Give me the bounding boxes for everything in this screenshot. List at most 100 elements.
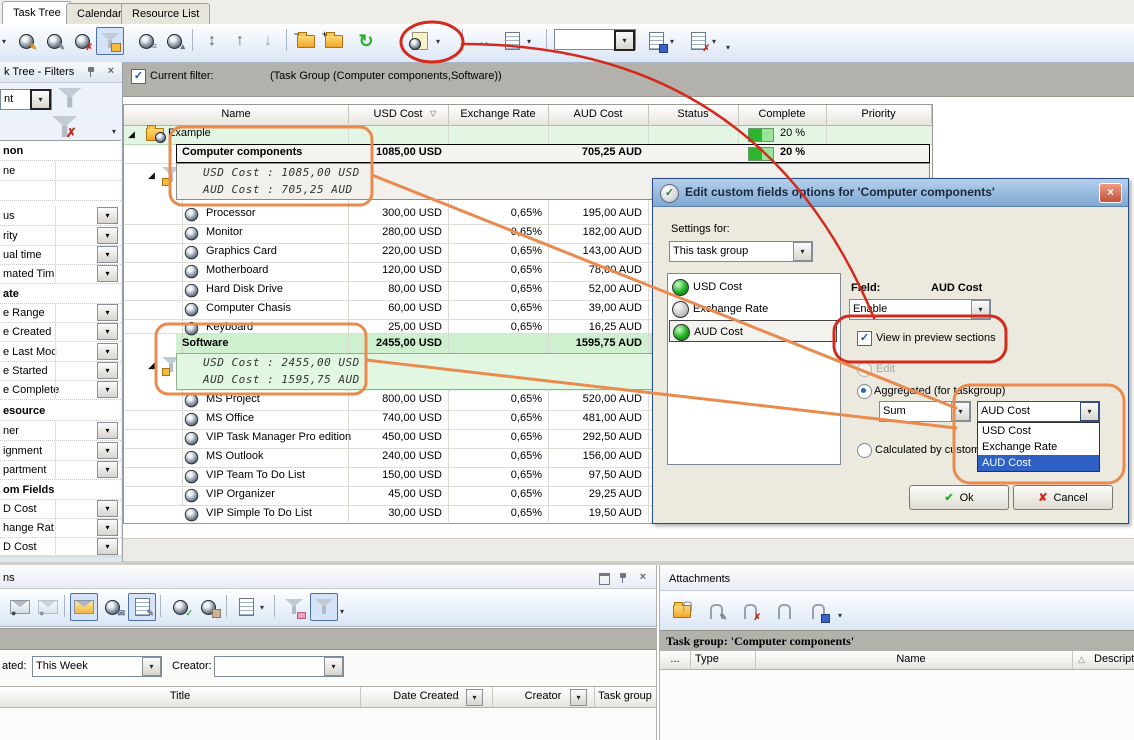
column-header-type[interactable]: Type (690, 651, 756, 669)
chevron-down-icon[interactable]: ▾ (1080, 402, 1099, 421)
save-layout-dropdown-icon[interactable]: ▾ (670, 38, 674, 46)
column-header-name[interactable]: Name (750, 651, 1073, 669)
filter-preset-dropdown-icon[interactable]: ▾ (30, 89, 51, 110)
list-item-usd-cost[interactable]: USD Cost (669, 276, 837, 298)
filter-field-row[interactable]: partment▾ (0, 460, 121, 480)
delete-layout-icon[interactable]: ✗ (684, 27, 712, 55)
filter-field-row[interactable]: ual time▾ (0, 245, 121, 265)
filter-preset-combobox[interactable]: nt ▾ (0, 89, 52, 110)
fit-width-icon[interactable]: ↔ (470, 27, 498, 55)
attachments-more-icon[interactable]: ▾ (838, 612, 842, 620)
column-header-aud-cost[interactable]: AUD Cost (548, 105, 649, 124)
filter-field-row[interactable] (0, 181, 121, 201)
edit-attachment-icon[interactable]: ✎ (702, 597, 730, 625)
chevron-down-icon[interactable]: ▾ (97, 343, 118, 360)
column-header-task-group[interactable]: Task group (594, 687, 656, 707)
delete-task-icon[interactable]: ✗ (68, 27, 96, 55)
column-header-priority[interactable]: Priority (826, 105, 932, 124)
chevron-down-icon[interactable]: ▾ (97, 246, 118, 263)
chevron-down-icon[interactable]: ▾ (97, 381, 118, 398)
save-attachment-icon[interactable] (804, 597, 832, 625)
calculated-radio[interactable] (857, 443, 872, 458)
dialog-close-icon[interactable]: × (1099, 183, 1122, 203)
column-header-status[interactable]: Status (648, 105, 739, 124)
preview-fields-icon[interactable] (406, 27, 434, 55)
clear-filter-icon[interactable] (280, 593, 308, 621)
dialog-title-bar[interactable]: ✓ Edit custom fields options for 'Comput… (653, 179, 1128, 207)
close-icon[interactable]: × (108, 66, 114, 77)
task-notes-icon[interactable]: ≡ (132, 27, 160, 55)
tab-resource-list[interactable]: Resource List (121, 3, 210, 24)
chevron-down-icon[interactable]: ▾ (97, 519, 118, 536)
chevron-down-icon[interactable]: ▾ (97, 500, 118, 517)
pin-icon[interactable] (86, 66, 96, 78)
tree-expand-icon[interactable]: ◢ (128, 130, 135, 139)
chevron-down-icon[interactable]: ▾ (97, 304, 118, 321)
grid-columns-dropdown-icon[interactable]: ▾ (527, 38, 531, 46)
collapse-all-icon[interactable]: − (292, 27, 320, 55)
date-created-combobox[interactable]: This Week ▾ (32, 656, 162, 677)
save-layout-icon[interactable] (642, 27, 670, 55)
filter-field-row[interactable]: ignment▾ (0, 441, 121, 461)
chevron-down-icon[interactable]: ▾ (97, 362, 118, 379)
column-header-description[interactable]: Description (1090, 651, 1134, 669)
task-notification-icon[interactable]: ✉ (98, 593, 126, 621)
assign-task-icon[interactable] (194, 593, 222, 621)
column-header-complete[interactable]: Complete (738, 105, 827, 124)
filter-field-row[interactable]: rity▾ (0, 226, 121, 246)
filter-field-row[interactable]: e Started▾ (0, 361, 121, 381)
filter-field-row[interactable]: hange Rat▾ (0, 518, 121, 538)
list-view-icon[interactable] (232, 593, 260, 621)
chevron-down-icon[interactable]: ▾ (97, 422, 118, 439)
list-item-aud-cost[interactable]: AUD Cost (669, 320, 837, 342)
view-in-preview-checkbox[interactable]: ✓ (857, 331, 872, 346)
column-header-dots[interactable]: ... (660, 651, 691, 669)
column-header-exchange-rate[interactable]: Exchange Rate (448, 105, 549, 124)
enable-combobox[interactable]: Enable ▾ (849, 299, 991, 320)
chevron-down-icon[interactable]: ▾ (793, 242, 812, 261)
task-export-icon[interactable]: ▴ (160, 27, 188, 55)
filter-field-row[interactable]: ner▾ (0, 421, 121, 441)
accept-task-icon[interactable]: ✓ (166, 593, 194, 621)
tree-expand-icon[interactable]: ◢ (148, 361, 155, 370)
toolbar-more-icon[interactable]: ▾ (726, 44, 730, 52)
tree-expand-icon[interactable]: ◢ (148, 171, 155, 180)
filter-field-row[interactable]: e Last Moc▾ (0, 342, 121, 362)
filter-icon[interactable] (310, 593, 338, 621)
chevron-down-icon[interactable]: ▾ (324, 657, 343, 676)
filter-field-row[interactable]: D Cost▾ (0, 537, 121, 557)
layout-combobox-dropdown-icon[interactable]: ▾ (614, 30, 635, 51)
aggregate-field-combobox[interactable]: AUD Cost ▾ (977, 401, 1100, 422)
add-attachment-icon[interactable] (668, 597, 696, 625)
horizontal-scroll-strip[interactable] (123, 538, 1134, 562)
edit-task-icon[interactable]: ✎ (40, 27, 68, 55)
filter-funnel-icon[interactable]: ▽ (430, 109, 436, 118)
table-row-example[interactable]: ◢ Example 20 % (124, 125, 932, 145)
table-row-computer-components[interactable]: Computer components 1085,00 USD 705,25 A… (124, 144, 932, 164)
list-view-dropdown-icon[interactable]: ▾ (260, 604, 264, 612)
dropdown-option-aud-cost[interactable]: AUD Cost (978, 455, 1099, 471)
dropdown-option-usd-cost[interactable]: USD Cost (978, 423, 1099, 439)
chevron-down-icon[interactable]: ▾ (97, 207, 118, 224)
chevron-down-icon[interactable]: ▾ (951, 402, 970, 421)
settings-for-combobox[interactable]: This task group ▾ (669, 241, 813, 262)
toolbar-overflow-icon[interactable]: ▾ (2, 38, 6, 46)
dropdown-option-exchange-rate[interactable]: Exchange Rate (978, 439, 1099, 455)
cancel-button[interactable]: ✘ Cancel (1013, 485, 1113, 510)
column-header-name[interactable]: Name (124, 105, 349, 124)
grid-columns-icon[interactable] (498, 27, 526, 55)
chevron-down-icon[interactable]: ▾ (142, 657, 161, 676)
move-up-icon[interactable]: ↑ (226, 27, 254, 55)
column-header-title[interactable]: Title (0, 687, 361, 707)
sidebar-more-icon[interactable]: ▾ (112, 128, 116, 136)
edit-radio[interactable] (857, 362, 872, 377)
chevron-down-icon[interactable]: ▾ (97, 461, 118, 478)
aggregate-function-combobox[interactable]: Sum ▾ (879, 401, 971, 422)
chevron-down-icon[interactable]: ▾ (97, 442, 118, 459)
expand-all-icon[interactable]: + (320, 27, 348, 55)
chevron-down-icon[interactable]: ▾ (97, 538, 118, 555)
close-icon[interactable]: × (640, 572, 646, 583)
column-filter-icon[interactable]: ▾ (570, 689, 587, 706)
layout-combobox[interactable]: ▾ (554, 29, 636, 50)
preview-fields-dropdown-icon[interactable]: ▾ (436, 38, 440, 46)
